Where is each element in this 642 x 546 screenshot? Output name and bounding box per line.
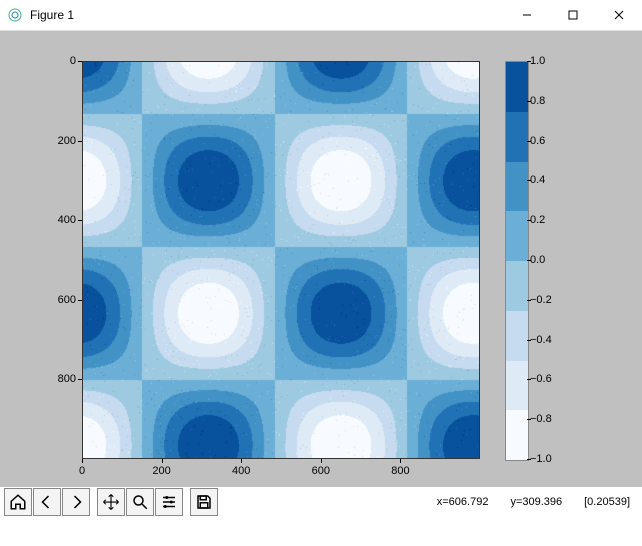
- colorbar-tick-label: 0.2: [530, 214, 545, 226]
- home-button[interactable]: [4, 488, 32, 516]
- save-button[interactable]: [190, 488, 218, 516]
- x-tick-label: 800: [391, 465, 409, 477]
- configure-subplots-button[interactable]: [155, 488, 183, 516]
- y-tick-label: 0: [70, 55, 76, 67]
- navigation-toolbar: x=606.792 y=309.396 [0.20539]: [0, 487, 642, 517]
- heatmap-image: [82, 61, 480, 459]
- colorbar-tick-label: −0.8: [530, 413, 552, 425]
- window-title: Figure 1: [30, 8, 504, 22]
- y-tick-label: 400: [58, 214, 76, 226]
- zoom-button[interactable]: [126, 488, 154, 516]
- colorbar-tick-label: −0.6: [530, 373, 552, 385]
- minimize-button[interactable]: [504, 0, 550, 30]
- cursor-x: x=606.792: [437, 496, 489, 508]
- colorbar-tick-label: 0.6: [530, 135, 545, 147]
- x-tick-label: 400: [232, 465, 250, 477]
- y-tick-label: 600: [58, 294, 76, 306]
- plot-axes[interactable]: [82, 61, 480, 459]
- colorbar: [505, 61, 529, 461]
- x-tick-label: 600: [312, 465, 330, 477]
- back-button[interactable]: [33, 488, 61, 516]
- maximize-button[interactable]: [550, 0, 596, 30]
- colorbar-tick-label: 0.4: [530, 174, 545, 186]
- colorbar-tick-label: 1.0: [530, 55, 545, 67]
- colorbar-tick-label: −0.2: [530, 294, 552, 306]
- app-icon: [7, 7, 23, 23]
- pan-button[interactable]: [97, 488, 125, 516]
- cursor-z: [0.20539]: [584, 496, 630, 508]
- forward-button[interactable]: [62, 488, 90, 516]
- cursor-y: y=309.396: [510, 496, 562, 508]
- window-titlebar: Figure 1: [0, 0, 642, 31]
- x-tick-label: 0: [79, 465, 85, 477]
- colorbar-tick-label: 0.0: [530, 254, 545, 266]
- colorbar-tick-label: −0.4: [530, 334, 552, 346]
- y-tick-label: 200: [58, 135, 76, 147]
- status-readout: x=606.792 y=309.396 [0.20539]: [437, 496, 638, 508]
- x-tick-label: 200: [152, 465, 170, 477]
- close-button[interactable]: [596, 0, 642, 30]
- colorbar-tick-label: 0.8: [530, 95, 545, 107]
- colorbar-tick-label: −1.0: [530, 453, 552, 465]
- figure-canvas[interactable]: 0 200 400 600 800 0 200 400 600 800 −1.0 −0.8 −0.6…: [0, 31, 642, 517]
- y-tick-label: 800: [58, 373, 76, 385]
